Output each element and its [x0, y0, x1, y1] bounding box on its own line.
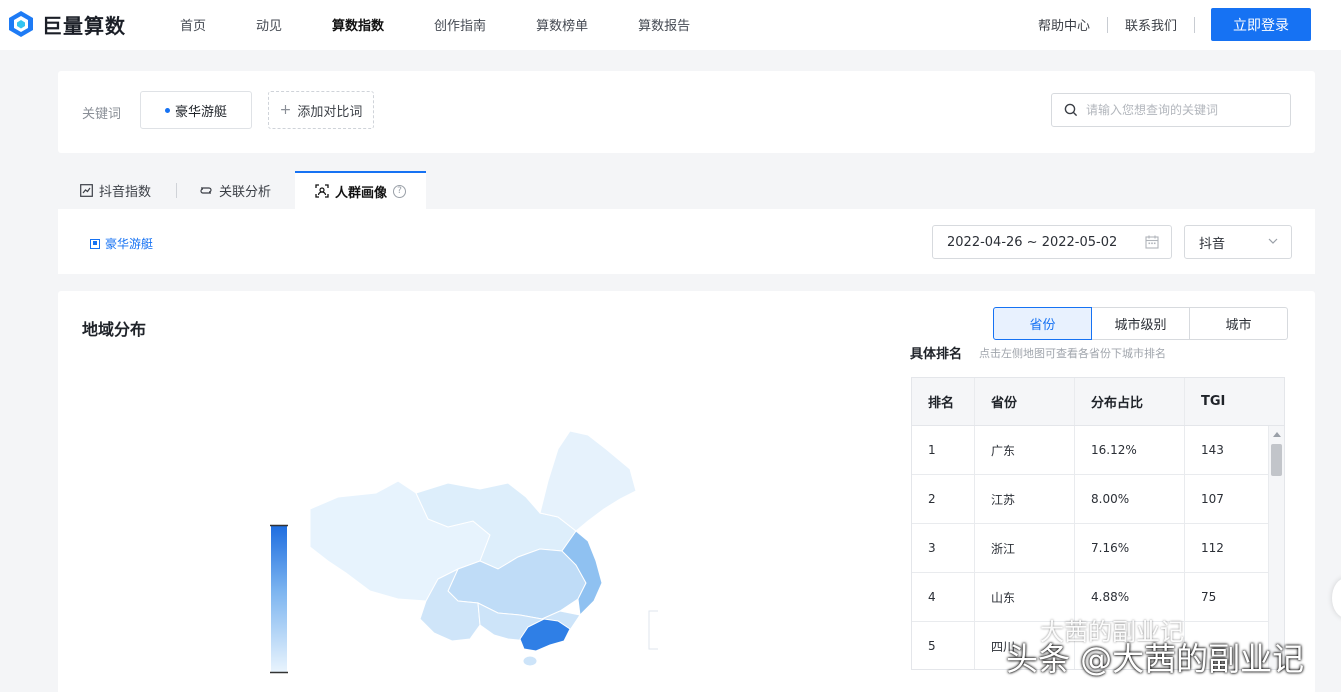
tab-crowd-label: 人群画像 — [335, 185, 388, 201]
scroll-thumb[interactable] — [1271, 444, 1282, 476]
add-compare-button[interactable]: + 添加对比词 — [268, 91, 374, 129]
rank-hint: 点击左侧地图可查看各省份下城市排名 — [979, 347, 1166, 360]
cell-rank: 2 — [912, 475, 975, 523]
nav-index[interactable]: 算数指数 — [332, 15, 384, 34]
map-south-sea-inset — [648, 610, 658, 650]
cell-province: 广东 — [975, 426, 1075, 474]
link-icon — [200, 186, 212, 194]
cell-share: 8.00% — [1075, 475, 1185, 523]
header-divider — [1194, 16, 1195, 33]
map-region-hainan — [522, 655, 538, 667]
section-title: 地域分布 — [82, 320, 147, 339]
table-row[interactable]: 3 浙江 7.16% 112 — [912, 524, 1284, 573]
tab-douyin-index-label: 抖音指数 — [99, 184, 152, 200]
china-map[interactable] — [258, 401, 658, 691]
main-nav: 首页 动见 算数指数 创作指南 算数榜单 算数报告 — [180, 15, 740, 34]
nav-home[interactable]: 首页 — [180, 15, 206, 34]
keyword-legend-label: 豪华游艇 — [105, 237, 154, 251]
help-center-link[interactable]: 帮助中心 — [1021, 15, 1107, 34]
col-province: 省份 — [975, 378, 1075, 425]
chevron-down-icon — [1268, 238, 1278, 244]
nav-rankings[interactable]: 算数榜单 — [536, 15, 588, 34]
cell-tgi: 112 — [1201, 541, 1224, 555]
brand-name: 巨量算数 — [42, 13, 126, 38]
legend-square-icon — [90, 238, 100, 249]
keyword-dot-icon — [164, 107, 170, 113]
keyword-label: 关键词 — [82, 107, 122, 122]
cell-share: 7.16% — [1075, 524, 1185, 572]
calendar-icon — [1145, 235, 1159, 249]
keyword-chip-text: 豪华游艇 — [174, 104, 227, 120]
cell-share: 16.12% — [1075, 426, 1185, 474]
platform-select[interactable]: 抖音 — [1184, 225, 1292, 259]
cell-tgi: 143 — [1201, 443, 1224, 457]
login-button[interactable]: 立即登录 — [1211, 8, 1311, 41]
cell-province: 江苏 — [975, 475, 1075, 523]
tab-divider — [176, 183, 177, 198]
segment-city-tier[interactable]: 城市级别 — [1091, 307, 1190, 340]
scroll-up-arrow-icon[interactable] — [1273, 432, 1281, 437]
map-region-northeast — [539, 430, 637, 532]
region-segment-control: 省份 城市级别 城市 — [993, 307, 1288, 340]
trend-chart-icon — [80, 183, 93, 197]
filter-card: 豪华游艇 2022-04-26 ~ 2022-05-02 抖音 — [58, 209, 1315, 274]
col-tgi: TGI — [1201, 394, 1226, 409]
rank-title: 具体排名 — [910, 347, 963, 362]
cell-rank: 3 — [912, 524, 975, 572]
header-actions: 帮助中心 联系我们 立即登录 — [1021, 8, 1311, 41]
search-input[interactable] — [1086, 103, 1276, 117]
platform-value: 抖音 — [1199, 236, 1226, 252]
top-header: 巨量算数 首页 动见 算数指数 创作指南 算数榜单 算数报告 帮助中心 联系我们… — [0, 0, 1341, 50]
tab-related-analysis[interactable]: 关联分析 — [199, 171, 271, 209]
plus-icon: + — [279, 102, 292, 118]
contact-link[interactable]: 联系我们 — [1108, 15, 1194, 34]
keyword-chip[interactable]: 豪华游艇 — [140, 91, 252, 129]
search-icon — [1064, 103, 1078, 117]
cell-rank: 4 — [912, 573, 975, 621]
tab-related-label: 关联分析 — [219, 184, 272, 200]
map-color-scale[interactable] — [270, 524, 288, 674]
cell-province: 浙江 — [975, 524, 1075, 572]
tab-crowd-portrait[interactable]: 人群画像 ? — [295, 171, 427, 209]
add-compare-label: 添加对比词 — [297, 104, 363, 120]
brand-logo-icon — [9, 11, 33, 37]
nav-reports[interactable]: 算数报告 — [638, 15, 690, 34]
face-scan-icon — [315, 184, 329, 198]
keyword-legend[interactable]: 豪华游艇 — [90, 235, 153, 252]
help-icon[interactable]: ? — [393, 184, 407, 198]
date-range-picker[interactable]: 2022-04-26 ~ 2022-05-02 — [932, 225, 1172, 259]
cell-tgi: 75 — [1201, 590, 1217, 604]
table-row[interactable]: 2 江苏 8.00% 107 — [912, 475, 1284, 524]
analysis-tabs: 抖音指数 关联分析 人群画像 ? — [58, 171, 1315, 209]
table-header: 排名 省份 分布占比 TGI — [912, 378, 1284, 426]
nav-guide[interactable]: 创作指南 — [434, 15, 486, 34]
side-float-button[interactable] — [1332, 578, 1341, 618]
segment-city[interactable]: 城市 — [1189, 307, 1288, 340]
keyword-card: 关键词 豪华游艇 + 添加对比词 — [58, 71, 1315, 153]
col-rank: 排名 — [912, 378, 975, 425]
watermark-large: 头条 @大茜的副业记 — [1006, 640, 1305, 678]
segment-province[interactable]: 省份 — [993, 307, 1092, 340]
brand-logo[interactable]: 巨量算数 — [6, 9, 126, 39]
tab-douyin-index[interactable]: 抖音指数 — [80, 171, 151, 209]
date-range-value: 2022-04-26 ~ 2022-05-02 — [947, 234, 1118, 250]
keyword-search-box[interactable] — [1051, 93, 1291, 127]
col-share: 分布占比 — [1075, 378, 1185, 425]
cell-rank: 5 — [912, 622, 975, 669]
cell-rank: 1 — [912, 426, 975, 474]
table-row[interactable]: 1 广东 16.12% 143 — [912, 426, 1284, 475]
nav-dongjian[interactable]: 动见 — [256, 15, 282, 34]
cell-tgi: 107 — [1201, 492, 1224, 506]
